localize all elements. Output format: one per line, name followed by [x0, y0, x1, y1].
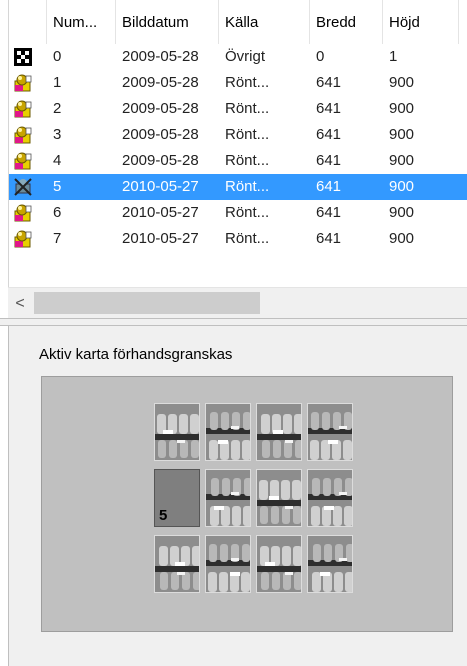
preview-label: Aktiv karta förhandsgranskas	[39, 346, 233, 363]
row-date: 2009-05-28	[122, 152, 199, 169]
horizontal-scrollbar[interactable]: <	[8, 287, 467, 318]
xray-crossed-icon	[13, 178, 33, 196]
list-item[interactable]: 7 2010-05-27 Rönt... 641 900	[9, 226, 467, 252]
row-height: 900	[389, 100, 415, 117]
row-width: 641	[316, 178, 342, 195]
checker-icon	[13, 48, 33, 66]
list-item[interactable]: 2 2009-05-28 Rönt... 641 900	[9, 96, 467, 122]
xray-thumbnail	[256, 403, 302, 461]
column-header-source[interactable]: Källa	[219, 0, 310, 44]
row-height: 900	[389, 74, 415, 91]
row-number: 6	[53, 204, 62, 221]
list-item[interactable]: 5 2010-05-27 Rönt... 641 900	[9, 174, 467, 200]
row-date: 2009-05-28	[122, 74, 199, 91]
row-date: 2010-05-27	[122, 204, 199, 221]
xray-thumbnail	[256, 469, 302, 527]
scrollbar-thumb[interactable]	[34, 292, 260, 314]
row-height: 900	[389, 126, 415, 143]
xray-thumbnail	[307, 469, 353, 527]
list-item[interactable]: 3 2009-05-28 Rönt... 641 900	[9, 122, 467, 148]
row-height: 900	[389, 230, 415, 247]
row-number: 1	[53, 74, 62, 91]
list-header: Num... Bilddatum Källa Bredd Höjd	[9, 0, 467, 44]
xray-color-icon	[13, 100, 33, 118]
column-header-height[interactable]: Höjd	[383, 0, 459, 44]
scroll-left-icon[interactable]: <	[8, 288, 32, 319]
row-number: 4	[53, 152, 62, 169]
row-number: 5	[53, 178, 62, 195]
image-list-window: Num... Bilddatum Källa Bredd Höjd 0 2009-…	[0, 0, 467, 666]
row-number: 7	[53, 230, 62, 247]
xray-thumbnail	[307, 403, 353, 461]
preview-pane: Aktiv karta förhandsgranskas 5	[8, 326, 467, 666]
row-height: 900	[389, 204, 415, 221]
row-source: Rönt...	[225, 74, 270, 91]
row-height: 1	[389, 48, 398, 65]
row-width: 641	[316, 74, 342, 91]
row-number: 2	[53, 100, 62, 117]
empty-image-slot: 5	[154, 469, 200, 527]
list-item[interactable]: 0 2009-05-28 Övrigt 0 1	[9, 44, 467, 70]
xray-thumbnail	[307, 535, 353, 593]
xray-thumbnail	[256, 535, 302, 593]
row-width: 641	[316, 204, 342, 221]
xray-thumbnail	[154, 403, 200, 461]
row-source: Rönt...	[225, 230, 270, 247]
list-item[interactable]: 4 2009-05-28 Rönt... 641 900	[9, 148, 467, 174]
row-number: 3	[53, 126, 62, 143]
column-header-width[interactable]: Bredd	[310, 0, 383, 44]
row-source: Rönt...	[225, 204, 270, 221]
row-source: Rönt...	[225, 126, 270, 143]
row-source: Rönt...	[225, 152, 270, 169]
column-header-number[interactable]: Num...	[47, 0, 116, 44]
xray-color-icon	[13, 204, 33, 222]
column-header-icon[interactable]	[9, 0, 47, 44]
xray-thumbnail	[205, 535, 251, 593]
list-item[interactable]: 6 2010-05-27 Rönt... 641 900	[9, 200, 467, 226]
row-number: 0	[53, 48, 62, 65]
xray-color-icon	[13, 74, 33, 92]
image-list-view[interactable]: Num... Bilddatum Källa Bredd Höjd 0 2009-…	[8, 0, 467, 318]
row-date: 2009-05-28	[122, 48, 199, 65]
row-height: 900	[389, 152, 415, 169]
column-header-extra[interactable]	[459, 0, 467, 44]
row-source: Övrigt	[225, 48, 266, 65]
empty-slot-number: 5	[159, 507, 168, 524]
xray-color-icon	[13, 126, 33, 144]
row-source: Rönt...	[225, 178, 270, 195]
row-height: 900	[389, 178, 415, 195]
xray-thumbnail	[154, 535, 200, 593]
pane-splitter[interactable]	[0, 318, 467, 326]
row-date: 2009-05-28	[122, 100, 199, 117]
column-header-date[interactable]: Bilddatum	[116, 0, 219, 44]
row-width: 641	[316, 152, 342, 169]
row-date: 2010-05-27	[122, 230, 199, 247]
row-width: 641	[316, 100, 342, 117]
row-date: 2009-05-28	[122, 126, 199, 143]
row-width: 641	[316, 126, 342, 143]
preview-map: 5	[41, 376, 453, 632]
row-width: 641	[316, 230, 342, 247]
xray-color-icon	[13, 152, 33, 170]
row-width: 0	[316, 48, 325, 65]
list-item[interactable]: 1 2009-05-28 Rönt... 641 900	[9, 70, 467, 96]
xray-thumbnail	[205, 469, 251, 527]
row-source: Rönt...	[225, 100, 270, 117]
xray-color-icon	[13, 230, 33, 248]
xray-thumbnail	[205, 403, 251, 461]
row-date: 2010-05-27	[122, 178, 199, 195]
